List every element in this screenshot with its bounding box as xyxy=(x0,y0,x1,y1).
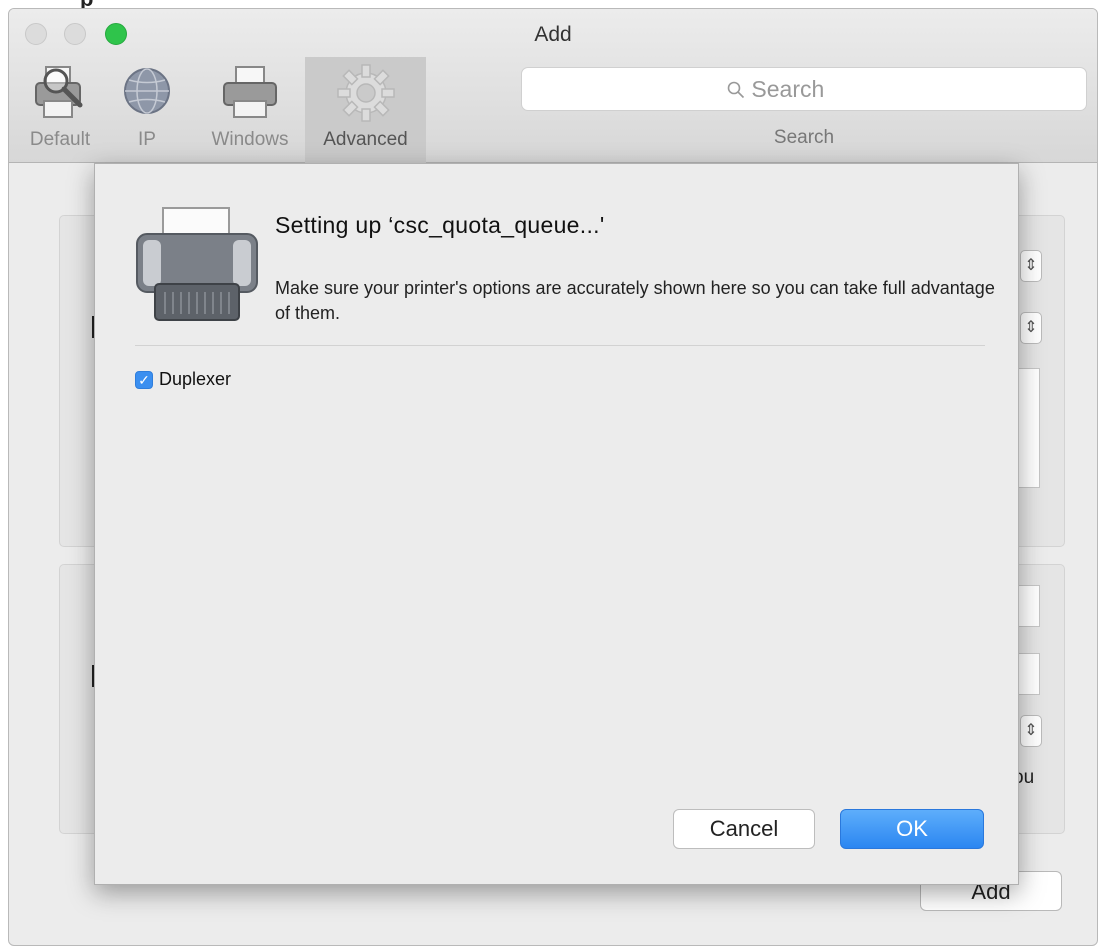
window-title: Add xyxy=(534,23,572,46)
background-text-field[interactable] xyxy=(1018,585,1040,627)
background-popup-button[interactable]: ⇕ xyxy=(1020,715,1042,747)
printer-icon xyxy=(220,63,280,127)
toolbar-item-label: Windows xyxy=(211,129,289,150)
toolbar-item-ip[interactable]: IP xyxy=(119,57,175,163)
toolbar-item-windows[interactable]: Windows xyxy=(195,57,305,163)
background-popup-button[interactable]: ⇕ xyxy=(1020,312,1042,344)
background-text-area[interactable] xyxy=(1018,368,1040,488)
cancel-button[interactable]: Cancel xyxy=(673,809,815,849)
search-field[interactable]: Search xyxy=(521,67,1087,111)
toolbar-item-label: IP xyxy=(138,129,156,150)
search-caption: Search xyxy=(773,127,835,148)
gear-icon xyxy=(336,63,396,129)
toolbar-item-label: Default xyxy=(29,129,91,150)
printer-magnifier-icon xyxy=(32,63,88,127)
search-icon xyxy=(727,81,745,99)
background-text-field[interactable] xyxy=(1018,653,1040,695)
top-edge-sliver: p xyxy=(0,0,1105,11)
titlebar-toolbar: Add Default IP Windows Advanced Search S… xyxy=(9,9,1097,163)
ok-button[interactable]: OK xyxy=(840,809,984,849)
printer-setup-sheet: Setting up ‘csc_quota_queue...' Make sur… xyxy=(94,163,1019,885)
duplexer-label[interactable]: Duplexer xyxy=(159,369,231,390)
toolbar-item-advanced[interactable]: Advanced xyxy=(305,57,426,163)
printer-icon xyxy=(135,206,259,329)
duplexer-checkbox[interactable]: ✓ xyxy=(135,371,153,389)
background-popup-button[interactable]: ⇕ xyxy=(1020,250,1042,282)
globe-icon xyxy=(122,63,172,125)
toolbar-item-default[interactable]: Default xyxy=(17,57,103,163)
sheet-title: Setting up ‘csc_quota_queue...' xyxy=(275,212,605,238)
toolbar-item-label: Advanced xyxy=(323,129,408,150)
sheet-message: Make sure your printer's options are acc… xyxy=(275,278,995,323)
divider xyxy=(135,345,985,346)
search-placeholder: Search xyxy=(751,76,825,102)
